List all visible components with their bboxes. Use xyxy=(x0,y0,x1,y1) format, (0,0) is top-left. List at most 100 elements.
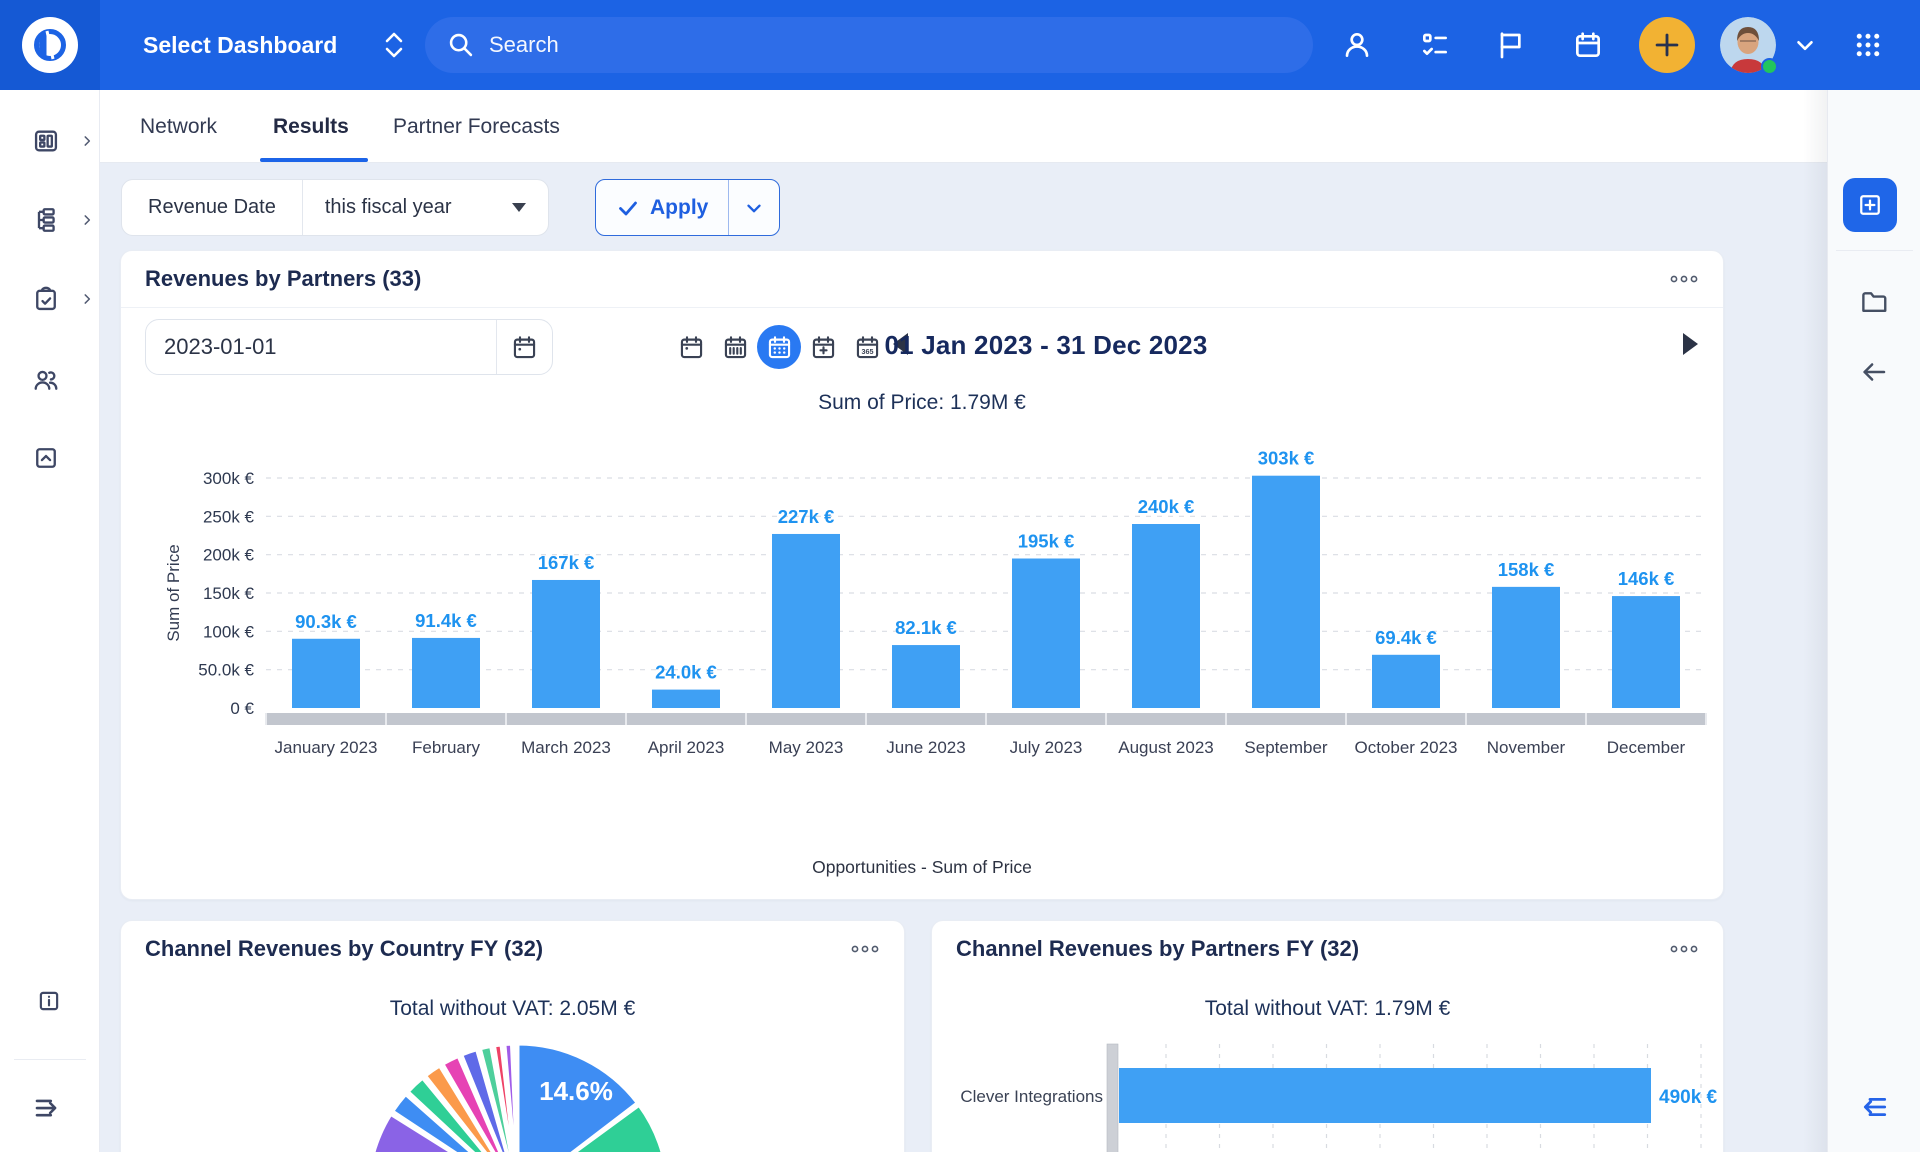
svg-text:June 2023: June 2023 xyxy=(886,738,965,757)
right-sidebar-divider xyxy=(1836,250,1913,251)
sidebar-item-hierarchy[interactable] xyxy=(0,192,100,248)
svg-text:August 2023: August 2023 xyxy=(1118,738,1213,757)
svg-text:Clever Integrations: Clever Integrations xyxy=(960,1087,1103,1106)
user-avatar[interactable] xyxy=(1720,17,1776,73)
card-title: Channel Revenues by Country FY (32) xyxy=(145,936,543,962)
date-picker xyxy=(145,319,553,375)
expand-menu-icon xyxy=(32,1093,62,1123)
search-placeholder: Search xyxy=(489,32,559,58)
svg-text:October 2023: October 2023 xyxy=(1354,738,1457,757)
chevron-down-icon xyxy=(1792,32,1818,58)
granularity-year-button[interactable]: 365 xyxy=(845,325,889,369)
sidebar-expand-button[interactable] xyxy=(0,1080,100,1136)
svg-text:March 2023: March 2023 xyxy=(521,738,611,757)
calendar-button[interactable] xyxy=(1566,0,1610,90)
person-icon xyxy=(1341,29,1373,61)
users-icon xyxy=(32,366,60,394)
back-button[interactable] xyxy=(1852,350,1896,394)
sidebar-item-dashboards[interactable] xyxy=(0,113,100,169)
filter-value-dropdown[interactable]: this fiscal year xyxy=(303,196,548,219)
sidebar-item-plans[interactable] xyxy=(0,271,100,327)
svg-text:195k €: 195k € xyxy=(1018,531,1075,552)
sort-chevrons-icon xyxy=(383,30,405,60)
sidebar-divider xyxy=(14,1059,86,1060)
svg-text:200k €: 200k € xyxy=(203,546,255,565)
card-menu-button[interactable] xyxy=(850,943,880,955)
svg-text:100k €: 100k € xyxy=(203,622,255,641)
calendar-365-icon: 365 xyxy=(854,334,881,361)
svg-text:158k €: 158k € xyxy=(1498,559,1555,580)
svg-text:167k €: 167k € xyxy=(538,552,595,573)
folder-icon xyxy=(1859,287,1889,317)
svg-text:250k €: 250k € xyxy=(203,507,255,526)
flag-icon xyxy=(1494,29,1526,61)
svg-text:146k €: 146k € xyxy=(1618,568,1675,589)
svg-text:50.0k €: 50.0k € xyxy=(198,661,254,680)
granularity-day-button[interactable] xyxy=(669,325,713,369)
right-sidebar xyxy=(1827,90,1920,1152)
profile-menu-chevron[interactable] xyxy=(1783,0,1827,90)
svg-text:300k €: 300k € xyxy=(203,469,255,488)
revenue-bar-chart: 300k €250k €200k €150k €100k €50.0k €0 €… xyxy=(121,431,1724,771)
campaigns-button[interactable] xyxy=(1488,0,1532,90)
collapse-left-icon xyxy=(1858,1091,1890,1123)
contacts-button[interactable] xyxy=(1335,0,1379,90)
dashboard-selector[interactable]: Select Dashboard xyxy=(143,0,405,90)
total-label: Total without VAT: 1.79M € xyxy=(932,997,1723,1021)
granularity-month-button[interactable] xyxy=(757,325,801,369)
date-input[interactable] xyxy=(146,334,496,360)
svg-text:69.4k €: 69.4k € xyxy=(1375,627,1437,648)
svg-text:May 2023: May 2023 xyxy=(769,738,844,757)
search-input[interactable]: Search xyxy=(425,17,1313,73)
arrow-left-icon xyxy=(1859,357,1889,387)
sidebar-item-info[interactable] xyxy=(0,973,100,1029)
chevron-right-icon xyxy=(80,292,94,306)
svg-text:July 2023: July 2023 xyxy=(1010,738,1083,757)
date-range-label: 01 Jan 2023 - 31 Dec 2023 xyxy=(884,330,1207,361)
svg-text:November: November xyxy=(1487,738,1566,757)
card-title: Revenues by Partners (33) xyxy=(145,266,421,292)
next-period-button[interactable] xyxy=(1683,333,1698,355)
square-plus-icon xyxy=(1855,190,1885,220)
sidebar-item-imports[interactable] xyxy=(0,430,100,486)
svg-text:90.3k €: 90.3k € xyxy=(295,611,357,632)
apply-options-button[interactable] xyxy=(729,180,779,235)
apps-menu-button[interactable] xyxy=(1846,0,1890,90)
tasks-button[interactable] xyxy=(1413,0,1457,90)
collapse-panel-button[interactable] xyxy=(1852,1085,1896,1129)
svg-text:0 €: 0 € xyxy=(230,699,254,718)
tab-results[interactable]: Results xyxy=(273,90,349,163)
total-label: Total without VAT: 2.05M € xyxy=(121,997,904,1021)
granularity-quarter-button[interactable] xyxy=(801,325,845,369)
quick-add-button[interactable] xyxy=(1639,17,1695,73)
clipboard-check-icon xyxy=(32,285,60,313)
add-panel-button[interactable] xyxy=(1843,178,1897,232)
logo-icon xyxy=(22,17,78,73)
tab-partner-forecasts[interactable]: Partner Forecasts xyxy=(393,90,560,163)
apps-grid-icon xyxy=(1853,30,1883,60)
channel-revenues-partners-card: Channel Revenues by Partners FY (32) Tot… xyxy=(931,920,1724,1152)
calendar-week-icon xyxy=(722,334,749,361)
svg-text:December: December xyxy=(1607,738,1686,757)
date-picker-calendar-button[interactable] xyxy=(496,320,552,374)
apply-button[interactable]: Apply xyxy=(596,180,728,235)
granularity-week-button[interactable] xyxy=(713,325,757,369)
app-logo[interactable] xyxy=(0,0,100,90)
folder-button[interactable] xyxy=(1852,280,1896,324)
card-menu-button[interactable] xyxy=(1669,943,1699,955)
scroll-shadow xyxy=(1803,90,1827,1152)
active-tab-indicator xyxy=(260,158,368,162)
chart-footer-label: Opportunities - Sum of Price xyxy=(121,857,1723,878)
ellipsis-icon xyxy=(850,943,880,955)
check-icon xyxy=(616,196,640,220)
card-title: Channel Revenues by Partners FY (32) xyxy=(956,936,1359,962)
card-divider xyxy=(121,307,1723,308)
channel-revenues-country-card: Channel Revenues by Country FY (32) Tota… xyxy=(120,920,905,1152)
svg-text:91.4k €: 91.4k € xyxy=(415,610,477,631)
sidebar-item-partners[interactable] xyxy=(0,352,100,408)
filter-field-label: Revenue Date xyxy=(122,196,302,219)
card-menu-button[interactable] xyxy=(1669,273,1699,285)
chart-subtitle: Sum of Price: 1.79M € xyxy=(121,391,1723,415)
tab-network[interactable]: Network xyxy=(140,90,217,163)
ellipsis-icon xyxy=(1669,943,1699,955)
